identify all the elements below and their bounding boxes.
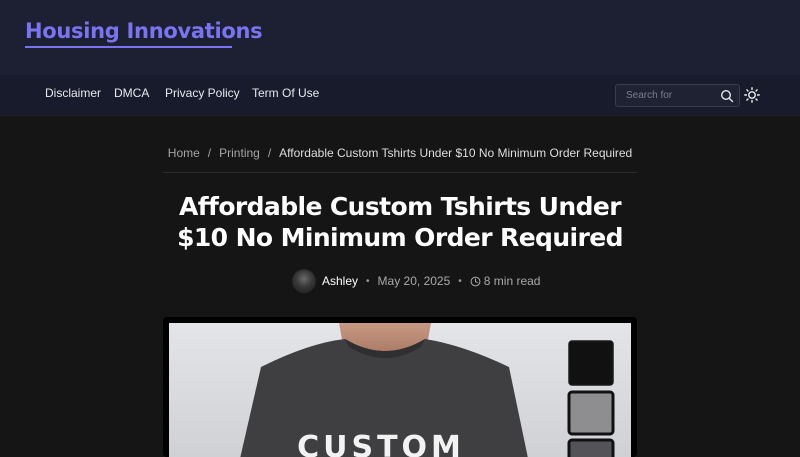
color-swatch-grey[interactable] — [567, 390, 615, 436]
featured-image-photo: CUSTOM — [169, 323, 631, 457]
nav-item-dmca[interactable]: DMCA — [114, 86, 149, 100]
meta-separator: • — [366, 275, 370, 287]
article-meta: Ashley • May 20, 2025 • 8 min read — [292, 268, 540, 294]
shirt-print-text: CUSTOM — [297, 430, 465, 457]
nav-item-disclaimer[interactable]: Disclaimer — [45, 86, 101, 100]
nav-item-privacy-policy[interactable]: Privacy Policy — [165, 86, 240, 100]
site-header: Housing Innovations — [0, 0, 800, 75]
sun-icon[interactable] — [744, 87, 760, 103]
breadcrumb-current: Affordable Custom Tshirts Under $10 No M… — [279, 146, 633, 160]
main-nav: Disclaimer DMCA Privacy Policy Term Of U… — [0, 75, 800, 116]
author-avatar[interactable] — [292, 269, 316, 293]
clock-icon — [470, 276, 481, 286]
search-placeholder: Search for — [626, 90, 673, 101]
site-logo[interactable]: Housing Innovations — [25, 19, 263, 43]
breadcrumb-divider — [163, 172, 637, 173]
featured-image: CUSTOM — [163, 317, 637, 457]
search-input[interactable]: Search for — [615, 84, 740, 107]
nav-item-term-of-use[interactable]: Term Of Use — [252, 86, 319, 100]
breadcrumb-home[interactable]: Home — [168, 146, 200, 160]
breadcrumb-category[interactable]: Printing — [219, 146, 260, 160]
read-time: 8 min read — [483, 274, 541, 288]
meta-separator: • — [458, 275, 462, 287]
article-title: Affordable Custom Tshirts Under $10 No M… — [177, 192, 623, 252]
logo-underline — [25, 46, 232, 48]
color-swatch-charcoal[interactable] — [567, 438, 615, 457]
author-name[interactable]: Ashley — [322, 274, 358, 288]
search-icon[interactable] — [720, 89, 734, 103]
breadcrumb-separator: / — [207, 146, 212, 160]
tshirt-photo-illustration: CUSTOM — [169, 323, 631, 457]
breadcrumb: Home / Printing / Affordable Custom Tshirts … — [163, 146, 637, 160]
breadcrumb-separator: / — [267, 146, 272, 160]
color-swatch-black[interactable] — [568, 340, 614, 386]
publish-date: May 20, 2025 — [377, 274, 451, 288]
